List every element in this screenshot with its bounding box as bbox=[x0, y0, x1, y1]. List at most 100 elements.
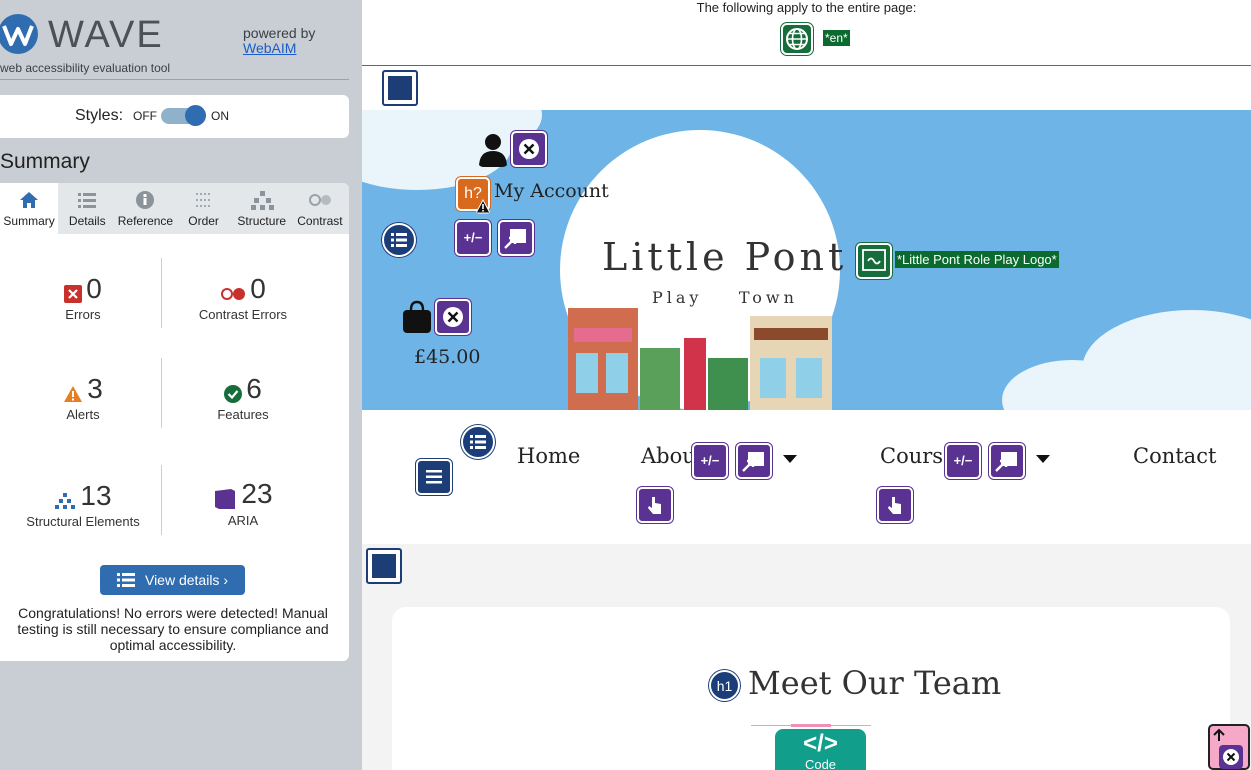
shops-illustration bbox=[568, 298, 832, 410]
nav-region-icon[interactable] bbox=[416, 459, 452, 495]
tab-order[interactable]: Order bbox=[175, 183, 233, 234]
stat-aria[interactable]: 23 ARIA bbox=[163, 478, 323, 528]
tab-label: Structure bbox=[237, 214, 287, 228]
styles-toggle-box: Styles: OFF ON bbox=[0, 95, 349, 138]
stat-divider bbox=[161, 258, 162, 328]
home-icon bbox=[20, 192, 38, 208]
about-dropdown-chevron-icon[interactable] bbox=[783, 455, 797, 463]
features-label: Features bbox=[217, 407, 269, 422]
structural-label: Structural Elements bbox=[26, 514, 140, 529]
styles-toggle[interactable] bbox=[161, 105, 206, 126]
error-icon bbox=[64, 284, 83, 303]
contrast-error-icon bbox=[221, 287, 246, 300]
logo-alt-text-tag: *Little Pont Role Play Logo* bbox=[895, 251, 1059, 268]
aria-expanded-icon[interactable]: +/− bbox=[945, 443, 981, 479]
tab-contrast[interactable]: Contrast bbox=[291, 183, 349, 234]
code-label: Code bbox=[804, 757, 837, 770]
aria-popup-icon[interactable] bbox=[736, 443, 772, 479]
language-icon[interactable] bbox=[781, 23, 813, 55]
toggle-knob[interactable] bbox=[185, 105, 206, 126]
alerts-count: 3 bbox=[87, 373, 103, 404]
popup-arrow-icon bbox=[742, 452, 764, 472]
stat-alerts[interactable]: 3 Alerts bbox=[3, 373, 163, 422]
shopping-bag-icon[interactable] bbox=[402, 300, 432, 334]
wave-logo-icon bbox=[0, 14, 38, 54]
courses-dropdown-chevron-icon[interactable] bbox=[1036, 455, 1050, 463]
wave-title: WAVE bbox=[48, 14, 164, 56]
language-tag: *en* bbox=[823, 30, 850, 46]
scroll-to-top-button[interactable] bbox=[1208, 724, 1250, 770]
user-icon[interactable] bbox=[478, 133, 508, 167]
list-glyph-icon bbox=[470, 435, 486, 449]
tab-reference[interactable]: Reference bbox=[116, 183, 174, 234]
account-link-label[interactable]: My Account bbox=[494, 180, 609, 202]
header-region-icon[interactable] bbox=[382, 70, 418, 106]
main-region-icon[interactable] bbox=[366, 548, 402, 584]
aria-label-icon[interactable] bbox=[511, 131, 547, 167]
aria-button-icon[interactable] bbox=[637, 487, 673, 523]
webaim-link[interactable]: WebAIM bbox=[243, 41, 315, 56]
sidebar-tabs: Summary Details Reference Order Structur… bbox=[0, 183, 349, 234]
popup-arrow-icon bbox=[995, 452, 1017, 472]
notice-divider bbox=[362, 65, 1251, 66]
contrast-icon bbox=[308, 194, 331, 206]
order-icon bbox=[195, 193, 212, 207]
alert-icon bbox=[64, 385, 83, 402]
tab-label: Order bbox=[188, 214, 219, 228]
page-level-notice: The following apply to the entire page: bbox=[696, 0, 917, 15]
arrow-up-icon bbox=[1213, 728, 1225, 741]
aria-expanded-icon[interactable]: +/− bbox=[455, 220, 491, 256]
nav-contact[interactable]: Contact bbox=[1133, 444, 1216, 468]
tab-label: Summary bbox=[3, 214, 55, 228]
page-title: Meet Our Team bbox=[748, 664, 1002, 702]
pointer-hand-icon bbox=[648, 497, 661, 514]
list-icon[interactable] bbox=[382, 223, 416, 257]
main-navigation: Home About Courses Contact bbox=[362, 411, 1251, 544]
stat-features[interactable]: 6 Features bbox=[163, 373, 323, 422]
view-details-button[interactable]: View details › bbox=[100, 565, 245, 595]
nav-list-icon[interactable] bbox=[461, 425, 495, 459]
features-count: 6 bbox=[246, 373, 262, 404]
link-image-icon bbox=[862, 249, 886, 271]
close-icon bbox=[1219, 745, 1243, 769]
sidebar-divider bbox=[0, 79, 349, 80]
linked-image-feature-icon[interactable] bbox=[856, 243, 892, 279]
stat-divider bbox=[161, 465, 162, 535]
nav-home[interactable]: Home bbox=[517, 444, 580, 468]
styles-off-label: OFF bbox=[133, 109, 157, 123]
aria-label-icon[interactable] bbox=[435, 299, 471, 335]
styles-label: Styles: bbox=[75, 107, 124, 124]
stat-contrast-errors[interactable]: 0 Contrast Errors bbox=[163, 273, 323, 322]
structural-count: 13 bbox=[80, 480, 112, 511]
aria-expanded-icon[interactable]: +/− bbox=[692, 443, 728, 479]
nav-glyph-icon bbox=[426, 470, 442, 484]
aria-label: ARIA bbox=[227, 512, 259, 528]
aria-popup-icon[interactable] bbox=[498, 220, 534, 256]
alerts-label: Alerts bbox=[66, 407, 100, 422]
code-toggle-button[interactable]: </> Code bbox=[775, 729, 866, 770]
powered-by-text: powered by bbox=[243, 25, 316, 41]
view-details-label: View details › bbox=[144, 572, 228, 588]
aria-popup-icon[interactable] bbox=[989, 443, 1025, 479]
tab-label: Contrast bbox=[297, 214, 343, 228]
stat-structural[interactable]: 13 Structural Elements bbox=[3, 480, 163, 529]
wave-sidebar: WAVE web accessibility evaluation tool p… bbox=[0, 0, 362, 770]
list-icon bbox=[78, 193, 97, 208]
pointer-hand-icon bbox=[888, 497, 901, 514]
tab-summary[interactable]: Summary bbox=[0, 183, 59, 234]
alert-triangle-icon bbox=[475, 199, 491, 214]
aria-button-icon[interactable] bbox=[877, 487, 913, 523]
tab-details[interactable]: Details bbox=[58, 183, 116, 234]
close-icon bbox=[519, 139, 539, 159]
stat-errors[interactable]: 0 Errors bbox=[3, 273, 163, 322]
tab-structure[interactable]: Structure bbox=[233, 183, 291, 234]
popup-arrow-icon bbox=[504, 229, 526, 249]
h1-heading-icon[interactable]: h1 bbox=[709, 670, 740, 701]
list-glyph-icon bbox=[391, 233, 407, 247]
tab-label: Reference bbox=[117, 214, 174, 228]
basket-price: £45.00 bbox=[414, 346, 481, 368]
evaluated-page: The following apply to the entire page: … bbox=[362, 0, 1251, 770]
close-icon bbox=[443, 307, 463, 327]
structure-icon bbox=[250, 191, 274, 210]
globe-icon bbox=[786, 28, 808, 50]
